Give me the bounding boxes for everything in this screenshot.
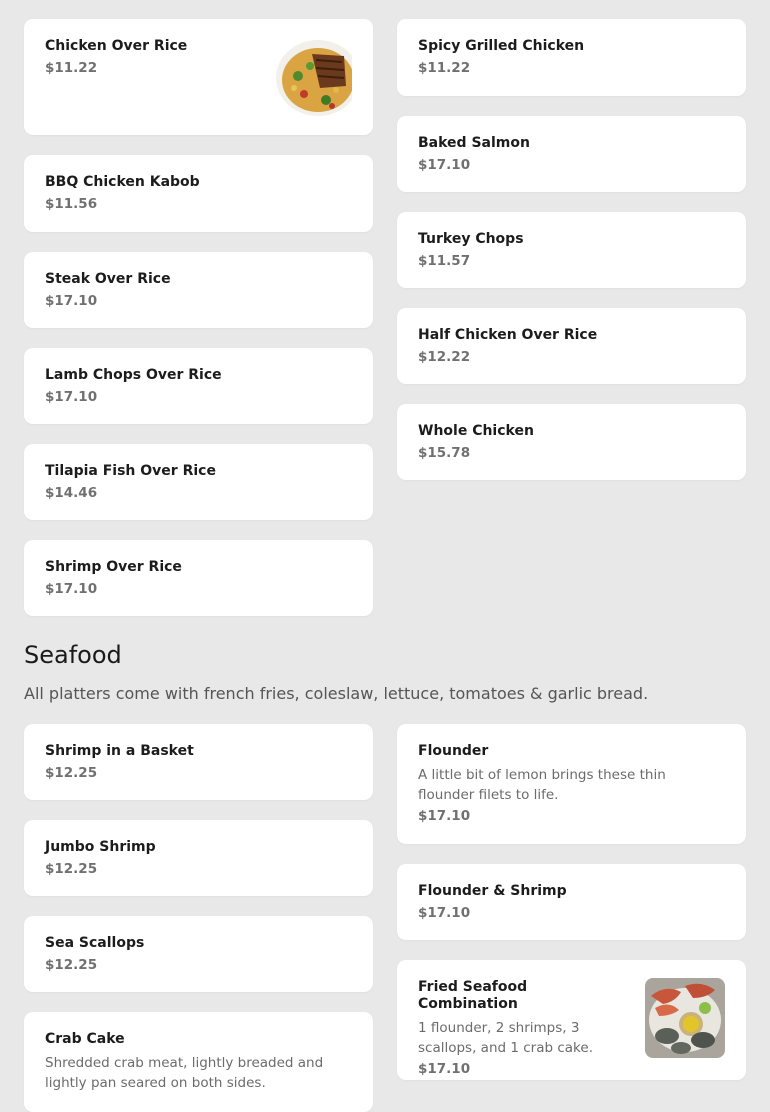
menu-item-jumbo-shrimp[interactable]: Jumbo Shrimp $12.25 xyxy=(24,820,373,896)
item-price: $17.10 xyxy=(418,808,471,824)
menu-item-bbq-chicken-kabob[interactable]: BBQ Chicken Kabob $11.56 xyxy=(24,155,373,232)
menu-item-shrimp-in-a-basket[interactable]: Shrimp in a Basket $12.25 xyxy=(24,724,373,800)
item-price: $11.57 xyxy=(418,253,471,269)
item-name: Half Chicken Over Rice xyxy=(418,327,598,343)
item-price: $12.22 xyxy=(418,349,471,365)
menu-item-flounder-and-shrimp[interactable]: Flounder & Shrimp $17.10 xyxy=(397,864,746,940)
item-name: Flounder & Shrimp xyxy=(418,883,567,899)
menu-item-spicy-grilled-chicken[interactable]: Spicy Grilled Chicken $11.22 xyxy=(397,19,746,96)
item-name: Tilapia Fish Over Rice xyxy=(45,463,216,479)
menu-item-crab-cake[interactable]: Crab Cake Shredded crab meat, lightly br… xyxy=(24,1012,373,1112)
item-price: $17.10 xyxy=(418,1061,471,1077)
item-name: Steak Over Rice xyxy=(45,271,171,287)
item-price: $14.46 xyxy=(45,485,98,501)
item-price: $12.25 xyxy=(45,861,98,877)
menu-item-half-chicken-over-rice[interactable]: Half Chicken Over Rice $12.22 xyxy=(397,308,746,384)
item-name: Lamb Chops Over Rice xyxy=(45,367,222,383)
item-name: Fried Seafood Combination xyxy=(418,979,528,1012)
item-price: $17.10 xyxy=(45,581,98,597)
item-price: $17.10 xyxy=(418,157,471,173)
menu-item-turkey-chops[interactable]: Turkey Chops $11.57 xyxy=(397,212,746,288)
item-name: Crab Cake xyxy=(45,1031,125,1047)
item-description: Shredded crab meat, lightly breaded and … xyxy=(45,1055,324,1091)
item-name: Chicken Over Rice xyxy=(45,38,188,54)
menu-item-baked-salmon[interactable]: Baked Salmon $17.10 xyxy=(397,116,746,192)
menu-item-sea-scallops[interactable]: Sea Scallops $12.25 xyxy=(24,916,373,992)
item-description: A little bit of lemon brings these thin … xyxy=(418,767,666,803)
menu-item-lamb-chops-over-rice[interactable]: Lamb Chops Over Rice $17.10 xyxy=(24,348,373,424)
item-name: Turkey Chops xyxy=(418,231,524,247)
menu-item-flounder[interactable]: Flounder A little bit of lemon brings th… xyxy=(397,724,746,844)
item-name: Baked Salmon xyxy=(418,135,530,151)
item-price: $12.25 xyxy=(45,957,98,973)
item-name: Shrimp Over Rice xyxy=(45,559,182,575)
item-price: $17.10 xyxy=(45,293,98,309)
menu-item-chicken-over-rice[interactable]: Chicken Over Rice $11.22 xyxy=(24,19,373,135)
item-name: Flounder xyxy=(418,743,489,759)
section-subtitle-seafood: All platters come with french fries, col… xyxy=(24,684,649,703)
item-price: $11.22 xyxy=(418,60,471,76)
item-name: Shrimp in a Basket xyxy=(45,743,194,759)
item-price: $15.78 xyxy=(418,445,471,461)
seafood-combination-photo xyxy=(645,978,725,1058)
menu-item-steak-over-rice[interactable]: Steak Over Rice $17.10 xyxy=(24,252,373,328)
item-description: 1 flounder, 2 shrimps, 3 scallops, and 1… xyxy=(418,1020,593,1056)
menu-item-whole-chicken[interactable]: Whole Chicken $15.78 xyxy=(397,404,746,480)
section-title-seafood: Seafood xyxy=(24,641,122,669)
menu-item-tilapia-fish-over-rice[interactable]: Tilapia Fish Over Rice $14.46 xyxy=(24,444,373,520)
item-name: Whole Chicken xyxy=(418,423,534,439)
item-name: Sea Scallops xyxy=(45,935,145,951)
item-name: Spicy Grilled Chicken xyxy=(418,38,585,54)
item-name: BBQ Chicken Kabob xyxy=(45,174,200,190)
menu-item-shrimp-over-rice[interactable]: Shrimp Over Rice $17.10 xyxy=(24,540,373,616)
item-price: $17.10 xyxy=(45,389,98,405)
clipped-section-heading xyxy=(24,0,564,2)
item-price: $12.25 xyxy=(45,765,98,781)
item-price: $17.10 xyxy=(418,905,471,921)
item-price: $11.22 xyxy=(45,60,98,76)
chicken-over-rice-photo xyxy=(274,36,352,118)
menu-item-fried-seafood-combination[interactable]: Fried Seafood Combination 1 flounder, 2 … xyxy=(397,960,746,1080)
item-price: $11.56 xyxy=(45,196,98,212)
item-name: Jumbo Shrimp xyxy=(45,839,156,855)
